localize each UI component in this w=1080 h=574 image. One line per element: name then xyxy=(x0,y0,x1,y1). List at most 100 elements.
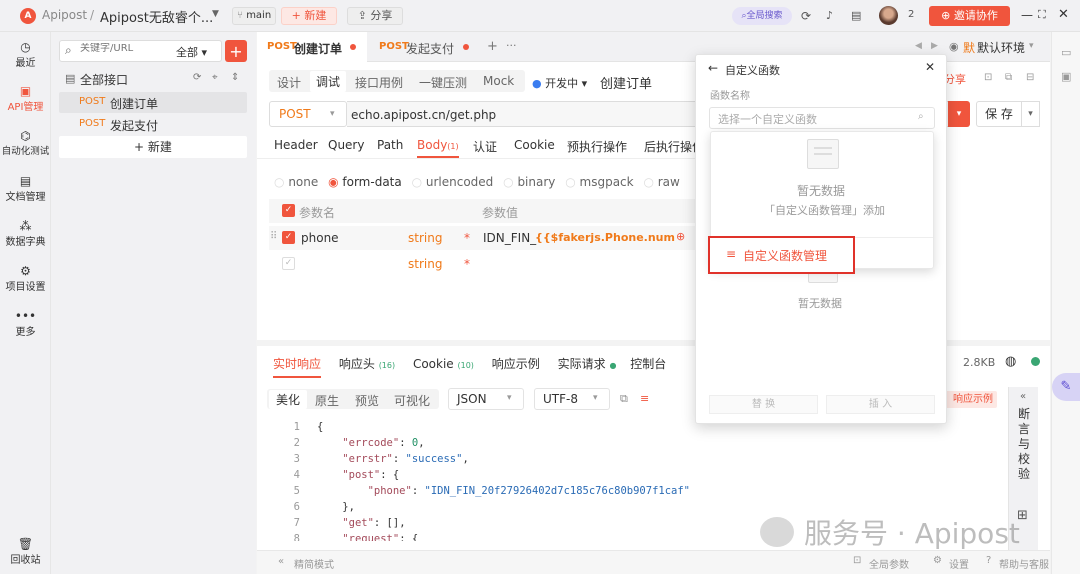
tree-item[interactable]: POST 创建订单 xyxy=(59,92,247,113)
format-select[interactable]: JSON ▾ xyxy=(448,388,524,410)
add-icon[interactable]: + xyxy=(225,40,247,62)
tab-cookie[interactable]: Cookie xyxy=(514,138,555,152)
required-icon[interactable]: * xyxy=(464,257,470,271)
view-preview[interactable]: 预览 xyxy=(355,392,379,409)
compact-mode[interactable]: 精简模式 xyxy=(294,556,334,571)
tab-scroll-right-icon[interactable]: ▶ xyxy=(931,41,938,51)
radio-none[interactable]: ○ none xyxy=(274,175,318,189)
send-dropdown-button[interactable]: ▾ xyxy=(948,101,970,127)
insert-button[interactable]: 插 入 xyxy=(826,395,935,414)
table-row[interactable]: ✓ string * xyxy=(269,252,699,276)
param-type[interactable]: string xyxy=(408,231,442,245)
tab-auth[interactable]: 认证 xyxy=(473,138,497,155)
ai-assistant-icon[interactable]: ✎ xyxy=(1052,373,1080,401)
tab-header[interactable]: Header xyxy=(274,138,318,152)
nav-api-management[interactable]: ▣ API管理 xyxy=(0,84,51,113)
settings-link[interactable]: 设置 xyxy=(949,556,969,571)
tab-design[interactable]: 设计 xyxy=(277,74,301,91)
nav-auto-test[interactable]: ⌬ 自动化测试 xyxy=(0,129,51,157)
param-name[interactable]: phone xyxy=(301,231,339,245)
environment-selector[interactable]: ◉ 默 默认环境 ▾ xyxy=(949,37,1047,57)
tab-actual-request[interactable]: 实际请求 ● xyxy=(558,357,617,371)
share-api-button[interactable]: 分享 xyxy=(944,71,966,87)
function-select[interactable]: 选择一个自定义函数 ⌕ xyxy=(709,107,935,129)
replace-button[interactable]: 替 换 xyxy=(709,395,818,414)
row-checkbox[interactable]: ✓ xyxy=(282,231,295,244)
encoding-select[interactable]: UTF-8 ▾ xyxy=(534,388,610,410)
search-input[interactable] xyxy=(80,43,160,54)
status-selector[interactable]: ● 开发中 ▾ xyxy=(532,75,587,91)
expand-icon[interactable]: ⇕ xyxy=(231,72,239,83)
tree-new-button[interactable]: + 新建 xyxy=(59,136,247,158)
global-search-button[interactable]: ⌕全局搜索 xyxy=(732,7,792,25)
help-link[interactable]: 帮助与客服 xyxy=(999,556,1049,571)
locate-icon[interactable]: ⌖ xyxy=(212,72,218,83)
row-checkbox[interactable]: ✓ xyxy=(282,257,295,270)
chevron-down-icon[interactable]: ▼ xyxy=(212,9,219,19)
close-window-icon[interactable]: ✕ xyxy=(1058,7,1069,22)
tab-load-test[interactable]: 一键压测 xyxy=(419,74,467,91)
new-button[interactable]: + 新建 xyxy=(281,7,337,25)
view-raw[interactable]: 原生 xyxy=(315,392,339,409)
tab-payment[interactable]: POST 发起支付 xyxy=(369,32,479,62)
param-value-expr[interactable]: {{$fakerjs.Phone.number|r xyxy=(535,231,675,244)
tab-create-order[interactable]: POST 创建订单 xyxy=(257,32,367,62)
collapse-mode-icon[interactable]: « xyxy=(278,556,284,567)
tab-mock[interactable]: Mock xyxy=(483,74,514,88)
radio-urlencoded[interactable]: ○ urlencoded xyxy=(412,175,494,189)
refresh-icon[interactable]: ⟳ xyxy=(193,72,201,83)
avatar[interactable] xyxy=(879,6,898,25)
copy-api-icon[interactable]: ⧉ xyxy=(1005,72,1012,83)
collapse-icon[interactable]: « xyxy=(1020,391,1026,402)
nav-more[interactable]: ••• 更多 xyxy=(0,309,51,338)
tab-pre-script[interactable]: 预执行操作 xyxy=(567,138,627,155)
save-dropdown-icon[interactable]: ▾ xyxy=(1022,101,1040,127)
settings-icon[interactable]: ⚙ xyxy=(933,555,942,566)
function-icon[interactable]: ⊕ xyxy=(676,230,685,243)
radio-form-data[interactable]: ◉ form-data xyxy=(328,175,402,189)
radio-raw[interactable]: ○ raw xyxy=(643,175,679,189)
bell-icon[interactable]: ♪ xyxy=(826,9,833,22)
tab-more-icon[interactable]: ··· xyxy=(506,39,517,52)
nav-trash[interactable]: 🗑 回收站 xyxy=(0,537,51,566)
info-icon[interactable]: ▣ xyxy=(1061,70,1071,83)
minimize-icon[interactable]: — xyxy=(1021,8,1033,22)
globe-icon[interactable]: ◍ xyxy=(1005,354,1016,369)
tab-debug[interactable]: 调试 xyxy=(310,71,347,92)
nav-recent[interactable]: ◷ 最近 xyxy=(0,40,51,69)
required-icon[interactable]: * xyxy=(464,231,470,245)
select-all-checkbox[interactable]: ✓ xyxy=(282,204,295,217)
code-editor[interactable]: 1 2 3 4 5 6 7 8 9 { "errcode": 0, "errst… xyxy=(257,417,747,541)
nav-data-dictionary[interactable]: ⁂ 数据字典 xyxy=(0,219,51,248)
param-value-prefix[interactable]: IDN_FIN_ xyxy=(483,231,536,245)
method-select[interactable]: POST ▾ xyxy=(269,101,347,127)
view-pretty[interactable]: 美化 xyxy=(269,390,308,409)
back-arrow-icon[interactable]: ← xyxy=(708,61,718,75)
tab-response-headers[interactable]: 响应头 (16) xyxy=(339,357,395,371)
close-icon[interactable]: ✕ xyxy=(925,60,935,74)
tab-query[interactable]: Query xyxy=(328,138,364,152)
table-row[interactable]: ⠿ ✓ phone string * IDN_FIN_ {{$fakerjs.P… xyxy=(269,226,699,250)
tab-body[interactable]: Body(1) xyxy=(417,138,459,152)
app-name[interactable]: Apipost xyxy=(42,8,87,22)
save-button[interactable]: 保 存 xyxy=(976,101,1022,127)
share-button[interactable]: ⇪ 分享 xyxy=(347,7,403,25)
invite-button[interactable]: ⊕ 邀请协作 xyxy=(929,6,1010,26)
api-title[interactable]: 创建订单 xyxy=(600,73,652,92)
sync-icon[interactable]: ⟳ xyxy=(801,9,811,23)
tab-scroll-left-icon[interactable]: ◀ xyxy=(915,41,922,51)
help-icon[interactable]: ? xyxy=(986,555,991,566)
format-icon[interactable]: ≡ xyxy=(640,392,649,405)
tree-item[interactable]: POST 发起支付 xyxy=(59,114,247,135)
manage-functions-item[interactable]: ≡ 自定义函数管理 xyxy=(708,236,855,274)
tab-post-script[interactable]: 后执行操作 xyxy=(644,138,696,155)
response-example-button[interactable]: 响应示例 xyxy=(940,391,997,408)
tab-test-cases[interactable]: 接口用例 xyxy=(355,74,403,91)
radio-binary[interactable]: ○ binary xyxy=(503,175,555,189)
param-type[interactable]: string xyxy=(408,257,442,271)
lock-icon[interactable]: ⊡ xyxy=(984,72,992,83)
branch-selector[interactable]: ⑂ main xyxy=(232,7,277,25)
radio-msgpack[interactable]: ○ msgpack xyxy=(565,175,633,189)
global-params[interactable]: 全局参数 xyxy=(869,556,909,571)
delete-icon[interactable]: ⊟ xyxy=(1026,72,1034,83)
